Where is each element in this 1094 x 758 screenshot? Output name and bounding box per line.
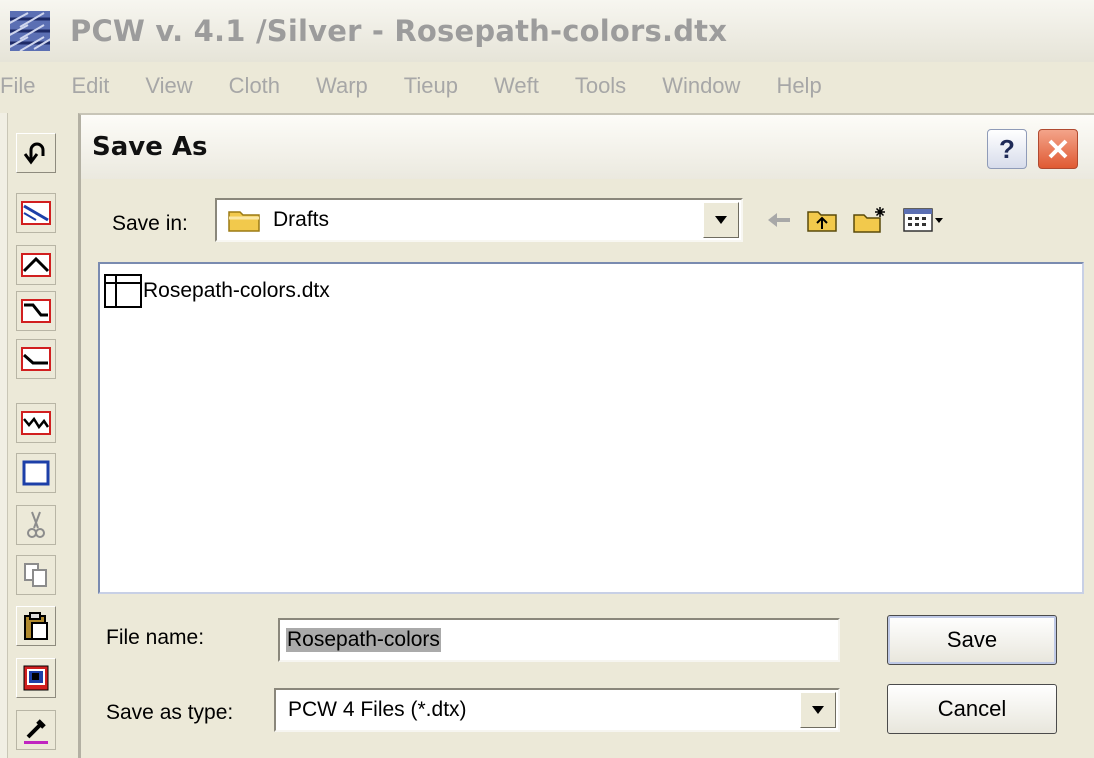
weave-draft-icon[interactable]: [10, 11, 50, 51]
rectangle-select-button[interactable]: [16, 453, 56, 493]
toolbar-grip[interactable]: [0, 113, 8, 758]
save-in-dropdown[interactable]: Drafts: [215, 198, 743, 242]
chevron-down-icon: [715, 216, 727, 224]
menu-tools[interactable]: Tools: [556, 73, 643, 99]
eyedropper-button[interactable]: [16, 710, 56, 750]
menu-help[interactable]: Help: [757, 73, 838, 99]
view-menu-icon: [903, 208, 943, 232]
threading-broken-icon: [21, 347, 51, 371]
up-one-level-button[interactable]: [806, 207, 838, 233]
up-folder-icon: [807, 211, 837, 232]
new-folder-icon: [853, 207, 885, 233]
menu-cloth[interactable]: Cloth: [210, 73, 297, 99]
save-button[interactable]: Save: [887, 615, 1057, 665]
cut-button[interactable]: [16, 505, 56, 545]
eyedropper-icon: [24, 719, 48, 744]
save-as-type-label: Save as type:: [106, 701, 234, 724]
dialog-title: Save As: [92, 132, 208, 162]
threading-step-button[interactable]: [16, 291, 56, 331]
menu-window[interactable]: Window: [643, 73, 757, 99]
save-in-value: Drafts: [273, 208, 330, 231]
threading-broken-button[interactable]: [16, 339, 56, 379]
threading-random-icon: [21, 411, 51, 435]
threading-point-button[interactable]: [16, 245, 56, 285]
file-name-input[interactable]: Rosepath-colors: [278, 618, 840, 662]
menu-edit[interactable]: Edit: [52, 73, 126, 99]
threading-straight-icon: [21, 201, 51, 225]
paste-icon: [24, 612, 48, 640]
save-as-dialog: Save As ? Save in: Drafts Rosepath-color…: [78, 113, 1094, 758]
rectangle-select-icon: [22, 460, 50, 486]
file-name-text: Rosepath-colors.dtx: [143, 279, 330, 302]
left-toolbar: [0, 113, 86, 758]
paste-button[interactable]: [16, 606, 56, 646]
menu-tieup[interactable]: Tieup: [385, 73, 475, 99]
app-title: PCW v. 4.1 /Silver - Rosepath-colors.dtx: [70, 14, 728, 48]
close-button[interactable]: [1038, 129, 1078, 169]
back-button[interactable]: [766, 210, 792, 230]
undo-button[interactable]: [16, 133, 56, 173]
file-name-label: File name:: [106, 626, 205, 649]
dialog-title-bar[interactable]: Save As ?: [81, 115, 1094, 179]
cancel-button[interactable]: Cancel: [887, 684, 1057, 734]
save-as-type-dropdown-arrow[interactable]: [800, 692, 836, 728]
copy-button[interactable]: [16, 555, 56, 595]
list-item[interactable]: Rosepath-colors.dtx: [104, 274, 330, 308]
chevron-down-icon: [812, 706, 824, 714]
save-in-label: Save in:: [112, 212, 188, 235]
close-icon: [1048, 139, 1068, 159]
threading-point-icon: [21, 253, 51, 277]
save-as-type-value: PCW 4 Files (*.dtx): [288, 698, 467, 721]
new-folder-button[interactable]: [852, 205, 888, 235]
copy-window-button[interactable]: [16, 658, 56, 698]
menu-weft[interactable]: Weft: [475, 73, 556, 99]
view-menu-button[interactable]: [902, 207, 944, 233]
menu-view[interactable]: View: [126, 73, 209, 99]
app-title-bar[interactable]: PCW v. 4.1 /Silver - Rosepath-colors.dtx: [0, 0, 1094, 62]
cut-icon: [27, 511, 45, 538]
navigation-toolbar: [766, 205, 958, 235]
file-name-value: Rosepath-colors: [286, 628, 441, 652]
save-in-dropdown-arrow[interactable]: [703, 202, 739, 238]
copy-icon: [24, 563, 47, 587]
menu-file[interactable]: File: [0, 73, 52, 99]
threading-random-button[interactable]: [16, 403, 56, 443]
back-arrow-icon: [768, 213, 790, 227]
threading-step-icon: [21, 299, 51, 323]
menu-warp[interactable]: Warp: [297, 73, 385, 99]
help-button[interactable]: ?: [987, 129, 1027, 169]
help-icon: ?: [999, 133, 1015, 164]
file-list[interactable]: Rosepath-colors.dtx: [98, 262, 1084, 594]
threading-straight-button[interactable]: [16, 193, 56, 233]
save-as-type-dropdown[interactable]: PCW 4 Files (*.dtx): [274, 688, 840, 732]
copy-window-icon: [23, 665, 49, 691]
undo-icon: [23, 142, 45, 165]
menu-bar: File Edit View Cloth Warp Tieup Weft Too…: [0, 62, 1094, 110]
draft-file-icon: [104, 274, 142, 308]
folder-icon: [228, 211, 260, 232]
